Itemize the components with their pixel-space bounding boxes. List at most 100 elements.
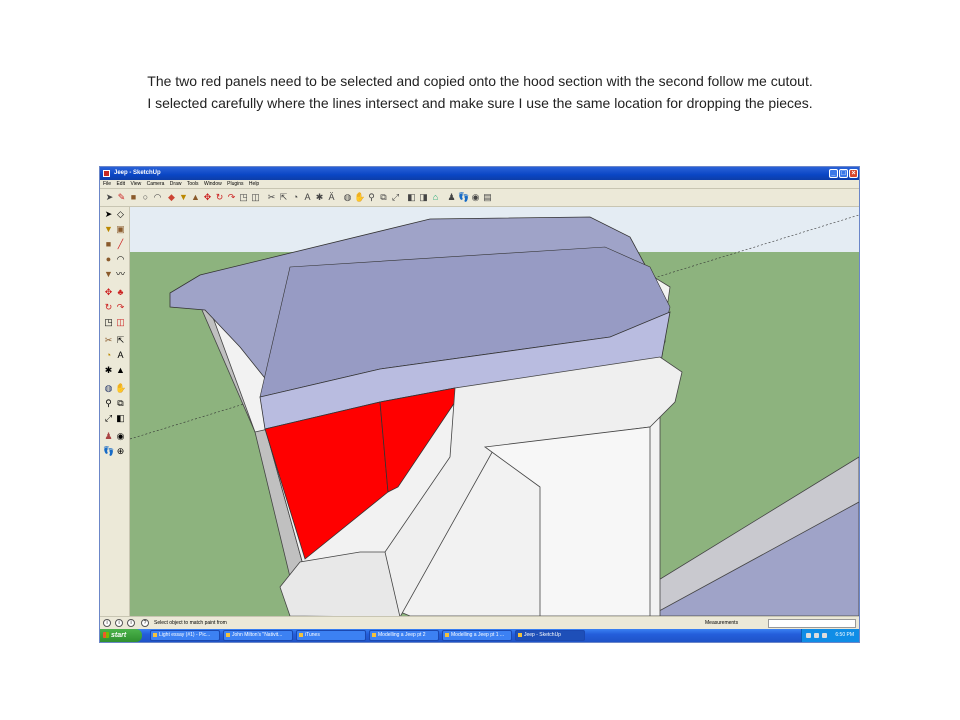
maximize-button[interactable]: □ xyxy=(839,169,848,178)
menu-file[interactable]: File xyxy=(103,181,111,187)
model-drawing xyxy=(130,207,859,616)
taskbar-item-5[interactable]: Modelling a Jeep pt 1 ... xyxy=(442,630,512,641)
dimension-icon[interactable]: ⇱ xyxy=(115,335,126,346)
credits-icon[interactable]: i xyxy=(115,619,123,627)
position-camera-tool-icon[interactable]: ♟ xyxy=(103,431,114,442)
scale-tool-icon[interactable]: ◳ xyxy=(238,192,249,203)
document-icon xyxy=(372,633,376,637)
menu-tools[interactable]: Tools xyxy=(187,181,199,187)
move-tool-icon[interactable]: ✥ xyxy=(202,192,213,203)
protractor-icon[interactable]: ◔ xyxy=(290,192,301,203)
scale-icon[interactable]: ◳ xyxy=(103,317,114,328)
pan-tool-icon[interactable]: ✋ xyxy=(354,192,365,203)
menu-window[interactable]: Window xyxy=(204,181,222,187)
3d-text-tool-icon[interactable]: ▲ xyxy=(115,365,126,376)
push-pull-tool-icon[interactable]: ♣ xyxy=(115,287,126,298)
taskbar-item-label: Light essay (#1) - Pic... xyxy=(159,632,211,638)
slide-caption: The two red panels need to be selected a… xyxy=(0,70,960,114)
zoom-extents-icon[interactable]: ⤢ xyxy=(390,192,401,203)
paint-bucket-icon[interactable]: ▼ xyxy=(178,192,189,203)
menu-view[interactable]: View xyxy=(130,181,141,187)
rotate-tool-icon[interactable]: ↻ xyxy=(214,192,225,203)
status-bar: i i i ? Select object to match paint fro… xyxy=(100,616,859,629)
volume-icon[interactable] xyxy=(822,633,827,638)
taskbar-item-4[interactable]: Modelling a Jeep pt 2 xyxy=(369,630,439,641)
move-icon[interactable]: ✥ xyxy=(103,287,114,298)
taskbar-item-3[interactable]: iTunes xyxy=(296,630,366,641)
tape-icon[interactable]: ✂ xyxy=(103,335,114,346)
eraser-icon[interactable]: ◇ xyxy=(115,209,126,220)
paint-icon[interactable]: ▼ xyxy=(103,224,114,235)
menu-plugins[interactable]: Plugins xyxy=(227,181,243,187)
tape-measure-icon[interactable]: ✂ xyxy=(266,192,277,203)
zoom-tool-icon[interactable]: ⚲ xyxy=(366,192,377,203)
arc-icon[interactable]: ◠ xyxy=(115,254,126,265)
geo-location-icon[interactable]: i xyxy=(103,619,111,627)
minimize-button[interactable]: _ xyxy=(829,169,838,178)
window-title: Jeep - SketchUp xyxy=(114,170,161,176)
eraser-tool-icon[interactable]: ◆ xyxy=(166,192,177,203)
axes-icon[interactable]: ✱ xyxy=(103,365,114,376)
section-plane-icon[interactable]: ▤ xyxy=(482,192,493,203)
dimension-tool-icon[interactable]: ⇱ xyxy=(278,192,289,203)
push-pull-icon[interactable]: ▲ xyxy=(190,192,201,203)
follow-me-tool-icon[interactable]: ↷ xyxy=(115,302,126,313)
zoom-window-icon[interactable]: ⧉ xyxy=(378,192,389,203)
tray-icon[interactable] xyxy=(814,633,819,638)
tray-icon[interactable] xyxy=(806,633,811,638)
position-camera-icon[interactable]: ♟ xyxy=(446,192,457,203)
orbit-tool-icon[interactable]: ◍ xyxy=(342,192,353,203)
help-icon[interactable]: ? xyxy=(141,619,149,627)
taskbar-item-1[interactable]: Light essay (#1) - Pic... xyxy=(150,630,220,641)
rotate-icon[interactable]: ↻ xyxy=(103,302,114,313)
next-view-icon[interactable]: ◨ xyxy=(418,192,429,203)
text-tool-icon[interactable]: A xyxy=(302,192,313,203)
text-icon[interactable]: A xyxy=(115,350,126,361)
select-icon[interactable]: ➤ xyxy=(103,209,114,220)
pencil-tool-icon[interactable]: ✎ xyxy=(116,192,127,203)
look-around-tool-icon[interactable]: ◉ xyxy=(115,431,126,442)
close-button[interactable]: × xyxy=(849,169,858,178)
menu-draw[interactable]: Draw xyxy=(170,181,182,187)
follow-me-icon[interactable]: ↷ xyxy=(226,192,237,203)
section-icon[interactable]: ⊕ xyxy=(115,446,126,457)
previous-view-icon[interactable]: ◧ xyxy=(406,192,417,203)
measurements-input[interactable] xyxy=(768,619,856,628)
previous-icon[interactable]: ◧ xyxy=(115,413,126,424)
orbit-icon[interactable]: ◍ xyxy=(103,383,114,394)
modeling-viewport[interactable] xyxy=(130,207,859,616)
rectangle-icon[interactable]: ■ xyxy=(103,239,114,250)
zoom-icon[interactable]: ⚲ xyxy=(103,398,114,409)
line-icon[interactable]: ╱ xyxy=(115,239,126,250)
taskbar-item-2[interactable]: John Milton's "Nativit... xyxy=(223,630,293,641)
zoom-extents-tool-icon[interactable]: ⤢ xyxy=(103,413,114,424)
polygon-icon[interactable]: ▼ xyxy=(103,269,114,280)
menu-camera[interactable]: Camera xyxy=(147,181,165,187)
pan-icon[interactable]: ✋ xyxy=(115,383,126,394)
3d-text-icon[interactable]: Ä xyxy=(326,192,337,203)
offset-tool-icon[interactable]: ◫ xyxy=(250,192,261,203)
menu-help[interactable]: Help xyxy=(249,181,259,187)
arc-tool-icon[interactable]: ◠ xyxy=(152,192,163,203)
select-tool-icon[interactable]: ➤ xyxy=(104,192,115,203)
look-around-icon[interactable]: ◉ xyxy=(470,192,481,203)
axes-tool-icon[interactable]: ✱ xyxy=(314,192,325,203)
taskbar-item-label: John Milton's "Nativit... xyxy=(232,632,283,638)
zoom-window-tool-icon[interactable]: ⧉ xyxy=(115,398,126,409)
measurements-label: Measurements xyxy=(705,620,739,626)
rectangle-tool-icon[interactable]: ■ xyxy=(128,192,139,203)
walk-icon[interactable]: 👣 xyxy=(103,446,114,457)
circle-tool-icon[interactable]: ○ xyxy=(140,192,151,203)
circle-icon[interactable]: ● xyxy=(103,254,114,265)
user-icon[interactable]: i xyxy=(127,619,135,627)
protractor-tool-icon[interactable]: ◔ xyxy=(103,350,114,361)
menu-edit[interactable]: Edit xyxy=(116,181,125,187)
get-models-icon[interactable]: ⌂ xyxy=(430,192,441,203)
start-button[interactable]: start xyxy=(100,629,142,642)
make-component-icon[interactable]: ▣ xyxy=(115,224,126,235)
windows-taskbar: start Light essay (#1) - Pic... John Mil… xyxy=(100,629,859,642)
offset-icon[interactable]: ◫ xyxy=(115,317,126,328)
taskbar-item-6[interactable]: Jeep - SketchUp xyxy=(515,630,585,641)
walk-tool-icon[interactable]: 👣 xyxy=(458,192,469,203)
freehand-icon[interactable]: 〰 xyxy=(115,269,126,280)
